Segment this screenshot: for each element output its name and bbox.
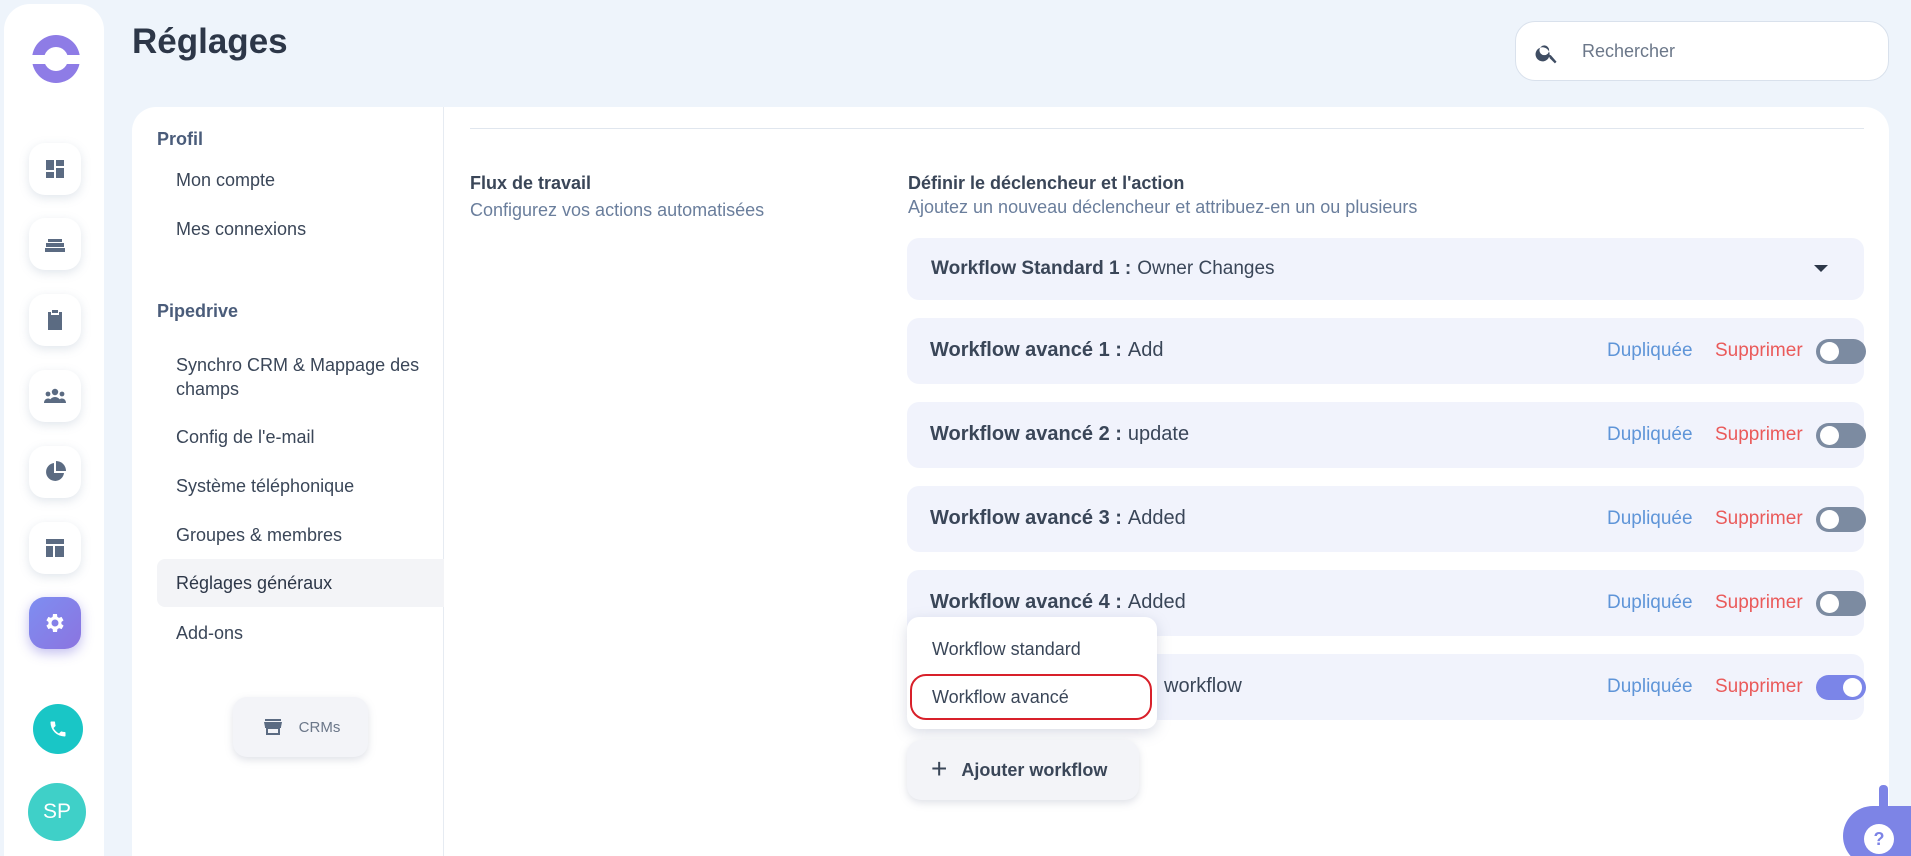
- standard-workflow-value: Owner Changes: [1137, 258, 1275, 279]
- workflow-section-subtitle: Configurez vos actions automatisées: [470, 200, 765, 220]
- page-title: Réglages: [132, 22, 288, 61]
- workflow-row-value: Added: [1127, 591, 1186, 613]
- trigger-subtitle: Ajoutez un nouveau déclencheur et attrib…: [908, 197, 1418, 217]
- duplicate-button[interactable]: Dupliquée: [1607, 508, 1693, 530]
- store-icon: [263, 719, 282, 735]
- workflow-row-label: Workflow avancé 4 : Added: [930, 591, 1186, 614]
- delete-button[interactable]: Supprimer: [1715, 424, 1803, 446]
- chevron-down-icon: [1814, 265, 1828, 272]
- search-icon: [1535, 45, 1557, 64]
- menu-item-workflow-avance[interactable]: Workflow avancé: [910, 674, 1152, 720]
- standard-workflow-select[interactable]: Workflow Standard 1 : Owner Changes: [907, 238, 1864, 300]
- menu-item-workflow-standard[interactable]: Workflow standard: [932, 639, 1081, 660]
- standard-workflow-name: Workflow Standard 1 :: [931, 258, 1132, 279]
- dashboard-nav-button[interactable]: [29, 143, 81, 195]
- pie-chart-icon: [46, 461, 66, 481]
- workflow-toggle[interactable]: [1816, 675, 1866, 700]
- user-avatar[interactable]: SP: [28, 783, 86, 841]
- help-icon: ?: [1864, 824, 1894, 854]
- nav-item-systeme-telephonique[interactable]: Système téléphonique: [157, 474, 444, 498]
- nav-item-mes-connexions[interactable]: Mes connexions: [157, 217, 444, 241]
- layout-icon: [46, 539, 64, 557]
- workflow-row-value: Add: [1127, 339, 1164, 361]
- workflow-toggle[interactable]: [1816, 423, 1866, 448]
- workflow-type-menu: Workflow standard Workflow avancé: [907, 617, 1157, 729]
- help-tab: [1879, 785, 1888, 807]
- add-workflow-button[interactable]: + Ajouter workflow: [907, 740, 1139, 800]
- workflow-row-label: Workflow avancé 3 : Added: [930, 507, 1186, 530]
- nav-section-profil: Profil: [157, 129, 204, 149]
- clipboard-icon: [48, 310, 62, 330]
- workflow-row-label: workflow: [1164, 675, 1242, 698]
- workflow-row-name: Workflow avancé 3 :: [930, 507, 1122, 529]
- phone-button[interactable]: [33, 704, 83, 754]
- workflow-section-title: Flux de travail: [470, 173, 592, 193]
- duplicate-button[interactable]: Dupliquée: [1607, 340, 1693, 362]
- nav-item-mon-compte[interactable]: Mon compte: [157, 168, 444, 192]
- workflow-row-name: Workflow avancé 4 :: [930, 591, 1122, 613]
- crms-button[interactable]: CRMs: [233, 697, 368, 757]
- delete-button[interactable]: Supprimer: [1715, 508, 1803, 530]
- workflow-row-name: Workflow avancé 1 :: [930, 339, 1122, 361]
- duplicate-button[interactable]: Dupliquée: [1607, 592, 1693, 614]
- workflow-row-label: Workflow avancé 2 : update: [930, 423, 1189, 446]
- nav-item-groupes-membres[interactable]: Groupes & membres: [157, 523, 444, 547]
- users-icon: [44, 388, 66, 403]
- trigger-title: Définir le déclencheur et l'action: [908, 173, 1185, 193]
- crms-label: CRMs: [298, 718, 341, 736]
- settings-nav: Profil Mon compte Mes connexions Pipedri…: [132, 107, 444, 856]
- workflow-toggle[interactable]: [1816, 591, 1866, 616]
- gear-icon: [46, 614, 64, 632]
- delete-button[interactable]: Supprimer: [1715, 676, 1803, 698]
- tasks-nav-button[interactable]: [29, 294, 81, 346]
- app-sidebar: SP: [4, 4, 104, 856]
- workflow-row[interactable]: Workflow avancé 2 : update Dupliquée Supp…: [907, 402, 1866, 468]
- layout-nav-button[interactable]: [29, 522, 81, 574]
- workflow-row[interactable]: Workflow avancé 3 : Added Dupliquée Suppr…: [907, 486, 1866, 552]
- stack-nav-button[interactable]: [29, 218, 81, 270]
- contacts-nav-button[interactable]: [29, 370, 81, 422]
- section-divider: [470, 128, 1864, 129]
- workflow-toggle[interactable]: [1816, 339, 1866, 364]
- workflow-row-value: workflow: [1164, 675, 1242, 697]
- delete-button[interactable]: Supprimer: [1715, 592, 1803, 614]
- workflow-toggle[interactable]: [1816, 507, 1866, 532]
- phone-icon: [50, 721, 66, 737]
- nav-item-add-ons[interactable]: Add-ons: [157, 621, 444, 645]
- duplicate-button[interactable]: Dupliquée: [1607, 424, 1693, 446]
- stack-icon: [45, 239, 65, 252]
- search-bar[interactable]: [1515, 21, 1889, 81]
- help-button[interactable]: ?: [1843, 806, 1911, 856]
- workflow-row-name: Workflow avancé 2 :: [930, 423, 1122, 445]
- nav-section-pipedrive: Pipedrive: [157, 301, 239, 321]
- plus-icon: +: [931, 752, 948, 784]
- dashboard-icon: [46, 160, 64, 178]
- add-workflow-label: Ajouter workflow: [961, 759, 1108, 780]
- workflow-row-label: Workflow avancé 1 : Add: [930, 339, 1164, 362]
- delete-button[interactable]: Supprimer: [1715, 340, 1803, 362]
- workflow-row-value: Added: [1127, 507, 1186, 529]
- search-input[interactable]: [1582, 36, 1872, 66]
- reports-nav-button[interactable]: [29, 446, 81, 498]
- duplicate-button[interactable]: Dupliquée: [1607, 676, 1693, 698]
- workflow-row-value: update: [1127, 423, 1190, 445]
- nav-item-reglages-generaux[interactable]: Réglages généraux: [157, 559, 444, 607]
- settings-nav-button[interactable]: [29, 597, 81, 649]
- nav-item-synchro-crm[interactable]: Synchro CRM & Mappage des champs: [157, 353, 427, 401]
- settings-card: Profil Mon compte Mes connexions Pipedri…: [132, 107, 1889, 856]
- workflow-row[interactable]: Workflow avancé 1 : Add Dupliquée Supprim…: [907, 318, 1866, 384]
- app-logo[interactable]: [30, 35, 82, 83]
- nav-item-config-email[interactable]: Config de l'e-mail: [157, 425, 444, 449]
